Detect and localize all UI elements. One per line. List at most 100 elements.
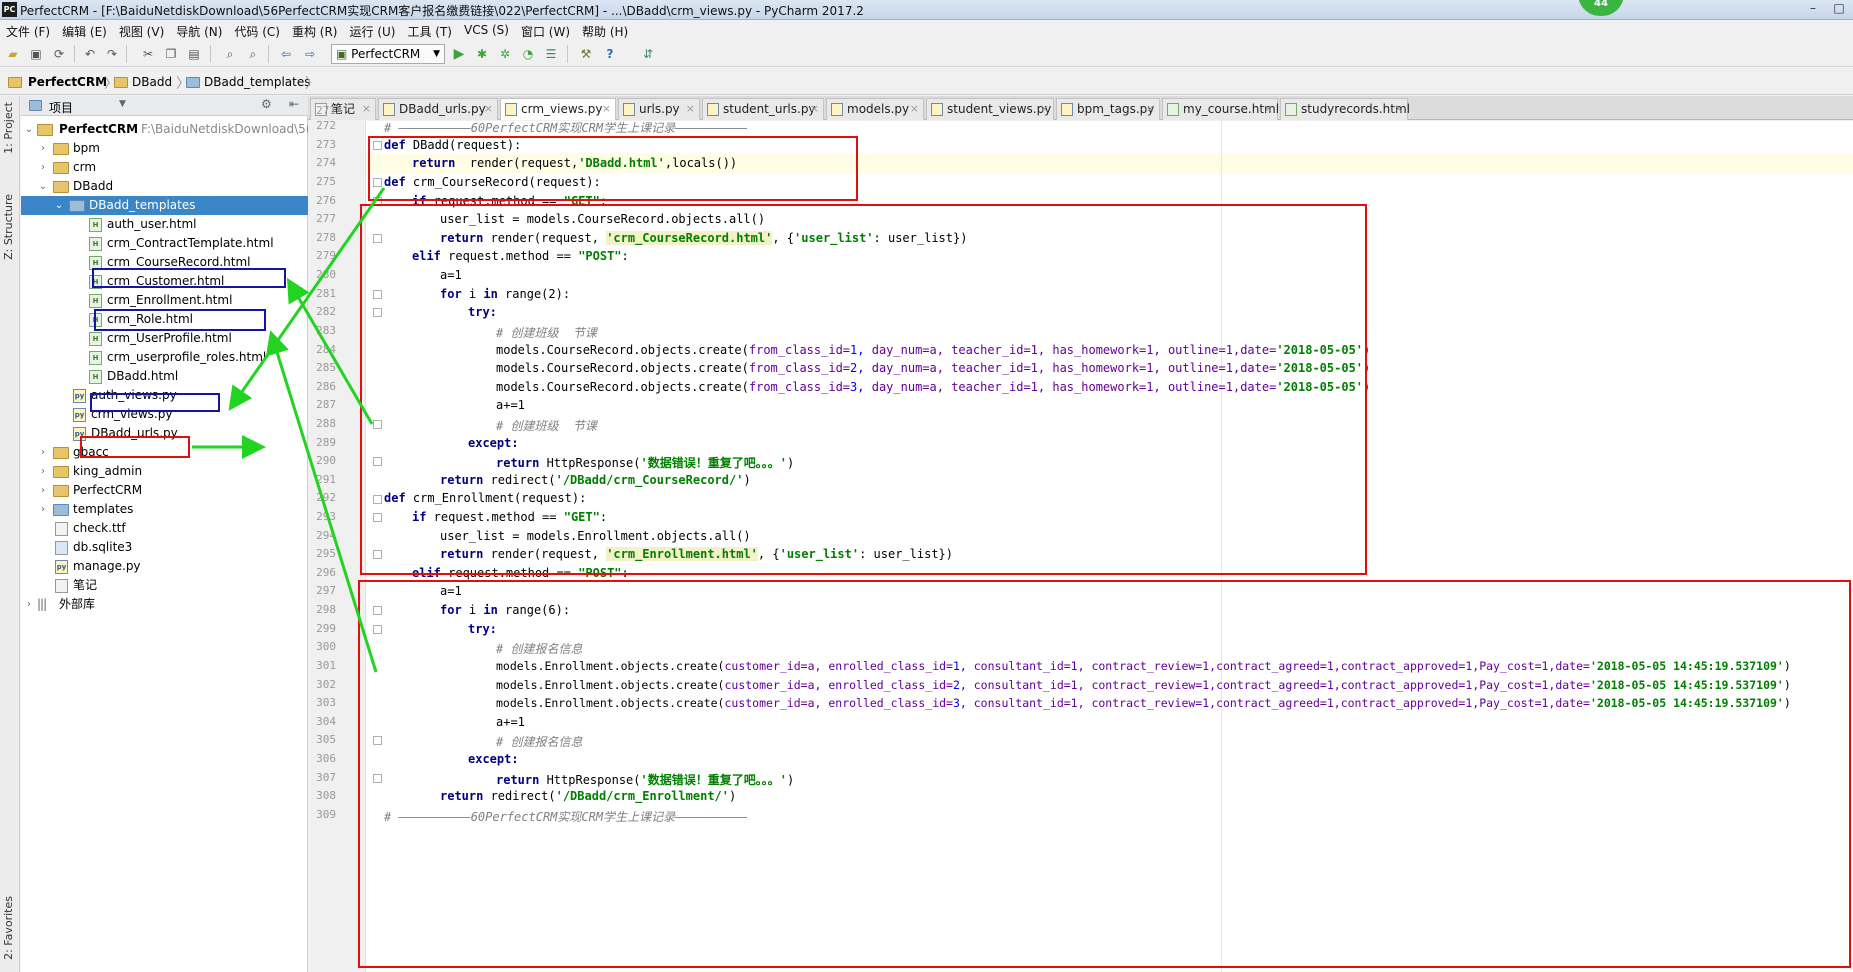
breadcrumb-item-perfectcrm[interactable]: PerfectCRM xyxy=(28,75,107,89)
menu-refactor[interactable]: 重构 (R) xyxy=(286,21,344,40)
back-icon[interactable]: ⇦ xyxy=(278,46,294,62)
help-icon[interactable]: ? xyxy=(602,46,618,62)
expand-arrow-icon[interactable]: ⌄ xyxy=(23,120,35,139)
open-folder-icon[interactable]: ▰ xyxy=(5,46,21,62)
collapse-arrow-icon[interactable]: › xyxy=(23,595,35,614)
tab-dbadd-urls-py[interactable]: DBadd_urls.py × xyxy=(378,98,498,120)
replace-icon[interactable]: ⌕ xyxy=(245,46,261,62)
tab-bpm-tags-py[interactable]: bpm_tags.py × xyxy=(1056,98,1160,120)
tree-item-king-admin[interactable]: › king_admin xyxy=(21,462,308,481)
python-file-icon xyxy=(623,103,635,116)
expand-arrow-icon[interactable]: ⌄ xyxy=(53,196,65,215)
notification-badge[interactable]: 44 xyxy=(1578,0,1624,16)
tab-student-urls-py[interactable]: student_urls.py × xyxy=(702,98,824,120)
tree-item-perfectcrm[interactable]: › PerfectCRM xyxy=(21,481,308,500)
menu-code[interactable]: 代码 (C) xyxy=(228,21,286,40)
close-icon[interactable]: × xyxy=(484,99,493,119)
tree-item-crm-enrollment-html[interactable]: H crm_Enrollment.html xyxy=(21,291,308,310)
close-icon[interactable]: × xyxy=(602,99,611,119)
tab-models-py[interactable]: models.py × xyxy=(826,98,924,120)
menu-vcs[interactable]: VCS (S) xyxy=(458,21,515,37)
collapse-arrow-icon[interactable]: › xyxy=(37,481,49,500)
copy-icon[interactable]: ❐ xyxy=(163,46,179,62)
menu-edit[interactable]: 编辑 (E) xyxy=(56,21,113,40)
favorites-tool-tab[interactable]: 2: Favorites xyxy=(2,896,15,960)
paste-icon[interactable]: ▤ xyxy=(186,46,202,62)
maximize-button[interactable]: □ xyxy=(1826,1,1852,17)
close-icon[interactable]: × xyxy=(810,99,819,119)
line-number: 272 xyxy=(316,119,336,132)
project-tool-tab[interactable]: 1: Project xyxy=(2,102,15,154)
vcs-icon[interactable]: ⇵ xyxy=(640,46,656,62)
coverage-icon[interactable]: ✲ xyxy=(497,46,513,62)
close-icon[interactable]: × xyxy=(362,99,371,119)
collapse-arrow-icon[interactable]: › xyxy=(37,139,49,158)
collapse-arrow-icon[interactable]: › xyxy=(37,462,49,481)
tree-item-dbadd[interactable]: ⌄ DBadd xyxy=(21,177,308,196)
tree-item-bpm[interactable]: › bpm xyxy=(21,139,308,158)
close-icon[interactable]: × xyxy=(910,99,919,119)
menu-window[interactable]: 窗口 (W) xyxy=(515,21,576,40)
tree-item-dbadd-templates[interactable]: ⌄ DBadd_templates xyxy=(21,196,308,215)
collapse-arrow-icon[interactable]: › xyxy=(37,500,49,519)
menu-view[interactable]: 视图 (V) xyxy=(113,21,170,40)
project-view-label[interactable]: 项目 xyxy=(49,99,73,116)
gear-icon[interactable]: ⚙ xyxy=(261,97,272,111)
breadcrumb-item-dbadd[interactable]: DBadd xyxy=(132,75,172,89)
tree-item-crm-userprofile-roles-html[interactable]: H crm_userprofile_roles.html xyxy=(21,348,308,367)
tree-item-crm-userprofile-html[interactable]: H crm_UserProfile.html xyxy=(21,329,308,348)
find-icon[interactable]: ⌕ xyxy=(222,46,238,62)
collapse-arrow-icon[interactable]: › xyxy=(37,443,49,462)
tree-item-check-ttf[interactable]: check.ttf xyxy=(21,519,308,538)
collapse-arrow-icon[interactable]: › xyxy=(37,158,49,177)
chevron-down-icon[interactable]: ▼ xyxy=(119,99,126,109)
debug-icon[interactable]: ✱ xyxy=(474,46,490,62)
tree-item-templates[interactable]: › templates xyxy=(21,500,308,519)
undo-icon[interactable]: ↶ xyxy=(82,46,98,62)
menu-tools[interactable]: 工具 (T) xyxy=(401,21,458,40)
tab-student-views-py[interactable]: student_views.py × xyxy=(926,98,1054,120)
tab-studyrecords-html[interactable]: studyrecords.html × xyxy=(1280,98,1410,120)
python-file-icon xyxy=(931,103,943,116)
close-icon[interactable]: × xyxy=(1394,99,1403,119)
tree-item-crm-contracttemplate-html[interactable]: H crm_ContractTemplate.html xyxy=(21,234,308,253)
close-icon[interactable]: × xyxy=(1146,99,1155,119)
profile-icon[interactable]: ◔ xyxy=(520,46,536,62)
tab-my-course-html[interactable]: my_course.html × xyxy=(1162,98,1279,120)
menu-run[interactable]: 运行 (U) xyxy=(344,21,402,40)
tree-item-manage-py[interactable]: py manage.py xyxy=(21,557,308,576)
run-configuration-select[interactable]: ▣ PerfectCRM ▼ xyxy=(331,44,445,64)
tree-item-crm[interactable]: › crm xyxy=(21,158,308,177)
tab-urls-py[interactable]: urls.py × xyxy=(618,98,700,120)
run-icon[interactable]: ▶ xyxy=(451,46,467,62)
close-icon[interactable]: × xyxy=(1264,99,1273,119)
save-icon[interactable]: ▣ xyxy=(28,46,44,62)
concurrency-icon[interactable]: ☰ xyxy=(543,46,559,62)
tree-item-perfectcrm-root[interactable]: ⌄ PerfectCRM F:\BaiduNetdiskDownload\5( xyxy=(21,120,310,139)
cut-icon[interactable]: ✂ xyxy=(140,46,156,62)
tab-crm-views-py[interactable]: crm_views.py × xyxy=(500,98,616,120)
line-number: 299 xyxy=(316,622,336,635)
tree-item-external-libraries[interactable]: › ||| 外部库 xyxy=(21,595,308,614)
annotation-box-enrollment-view xyxy=(358,580,1851,968)
redo-icon[interactable]: ↷ xyxy=(104,46,120,62)
expand-arrow-icon[interactable]: ⌄ xyxy=(37,177,49,196)
window-title: PerfectCRM - [F:\BaiduNetdiskDownload\56… xyxy=(20,4,864,18)
tree-item-db-sqlite3[interactable]: db.sqlite3 xyxy=(21,538,308,557)
close-icon[interactable]: × xyxy=(1040,99,1049,119)
breadcrumb-item-dbadd-templates[interactable]: DBadd_templates xyxy=(204,75,310,89)
settings-icon[interactable]: ⚒ xyxy=(578,46,594,62)
menu-navigate[interactable]: 导航 (N) xyxy=(170,21,228,40)
menu-file[interactable]: 文件 (F) xyxy=(0,21,56,40)
minimize-button[interactable]: – xyxy=(1800,1,1826,17)
tree-item-notes[interactable]: 笔记 xyxy=(21,576,308,595)
sync-icon[interactable]: ⟳ xyxy=(51,46,67,62)
forward-icon[interactable]: ⇨ xyxy=(302,46,318,62)
close-icon[interactable]: × xyxy=(686,99,695,119)
menu-help[interactable]: 帮助 (H) xyxy=(576,21,634,40)
tree-item-dbadd-html[interactable]: H DBadd.html xyxy=(21,367,308,386)
collapse-all-icon[interactable]: ⇤ xyxy=(289,97,299,111)
annotation-box-enrollment-html xyxy=(94,309,266,331)
structure-tool-tab[interactable]: Z: Structure xyxy=(2,194,15,260)
tree-item-auth-user-html[interactable]: H auth_user.html xyxy=(21,215,308,234)
